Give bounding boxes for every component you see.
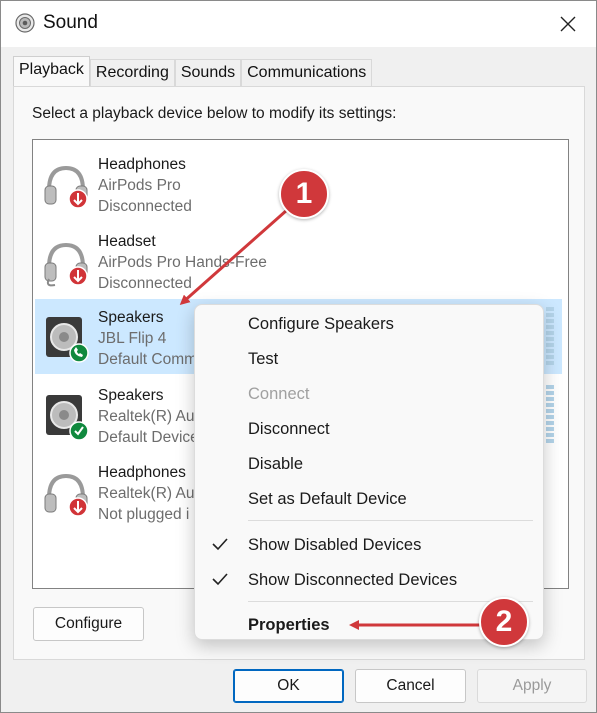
menu-item-properties[interactable]: Properties [248, 616, 330, 635]
configure-button[interactable]: Configure [33, 607, 144, 641]
apply-button[interactable]: Apply [477, 669, 587, 703]
speaker-icon [46, 395, 89, 441]
checkmark-icon [212, 538, 228, 551]
tab-strip: Playback Recording Sounds Communications [13, 56, 373, 86]
annotation-badge-2: 2 [479, 597, 529, 647]
disconnected-arrow-icon [68, 497, 88, 517]
speaker-app-icon [15, 13, 35, 33]
tab-playback[interactable]: Playback [13, 56, 90, 86]
device-description: JBL Flip 4 [98, 330, 167, 347]
close-icon [560, 16, 576, 32]
headphones-icon [44, 165, 88, 209]
device-name: Speakers [98, 387, 164, 404]
phone-icon [69, 343, 89, 363]
device-status: Default Device [98, 429, 199, 446]
device-description: Realtek(R) Au [98, 408, 195, 425]
menu-item-configure-speakers[interactable]: Configure Speakers [248, 315, 394, 334]
context-menu: Configure Speakers Test Connect Disconne… [194, 304, 544, 640]
instruction-text: Select a playback device below to modify… [32, 105, 397, 122]
volume-level-meter [546, 307, 554, 367]
menu-separator [248, 520, 533, 521]
tab-sounds[interactable]: Sounds [174, 59, 242, 86]
close-button[interactable] [540, 1, 596, 47]
menu-item-disable[interactable]: Disable [248, 455, 303, 474]
device-description: AirPods Pro Hands-Free [98, 254, 267, 271]
headset-icon [44, 242, 88, 287]
cancel-button[interactable]: Cancel [355, 669, 466, 703]
device-status: Not plugged i [98, 506, 190, 523]
device-name: Speakers [98, 309, 164, 326]
menu-item-disconnect[interactable]: Disconnect [248, 420, 330, 439]
checkmark-icon [212, 573, 228, 586]
device-name: Headphones [98, 156, 186, 173]
speaker-icon [46, 317, 89, 363]
headphones-icon [44, 473, 88, 517]
device-status: Default Comm [98, 351, 198, 368]
device-status: Disconnected [98, 198, 192, 215]
tab-communications[interactable]: Communications [241, 59, 373, 86]
device-description: Realtek(R) Au [98, 485, 195, 502]
menu-item-set-default[interactable]: Set as Default Device [248, 490, 407, 509]
checkmark-icon [69, 421, 89, 441]
disconnected-arrow-icon [68, 189, 88, 209]
title-bar: Sound [1, 1, 596, 47]
ok-button[interactable]: OK [233, 669, 344, 703]
device-status: Disconnected [98, 275, 192, 292]
device-name: Headset [98, 233, 156, 250]
annotation-badge-1: 1 [279, 169, 329, 219]
device-description: AirPods Pro [98, 177, 181, 194]
menu-item-show-disabled[interactable]: Show Disabled Devices [248, 536, 421, 555]
device-name: Headphones [98, 464, 186, 481]
tab-recording[interactable]: Recording [89, 59, 175, 86]
menu-item-show-disconnected[interactable]: Show Disconnected Devices [248, 571, 457, 590]
menu-item-test[interactable]: Test [248, 350, 278, 369]
list-item[interactable]: Headset AirPods Pro Hands-Free Disconnec… [35, 223, 562, 298]
menu-item-connect[interactable]: Connect [248, 385, 309, 404]
window-title: Sound [43, 12, 98, 33]
volume-level-meter [546, 385, 554, 445]
disconnected-arrow-icon [68, 266, 88, 286]
